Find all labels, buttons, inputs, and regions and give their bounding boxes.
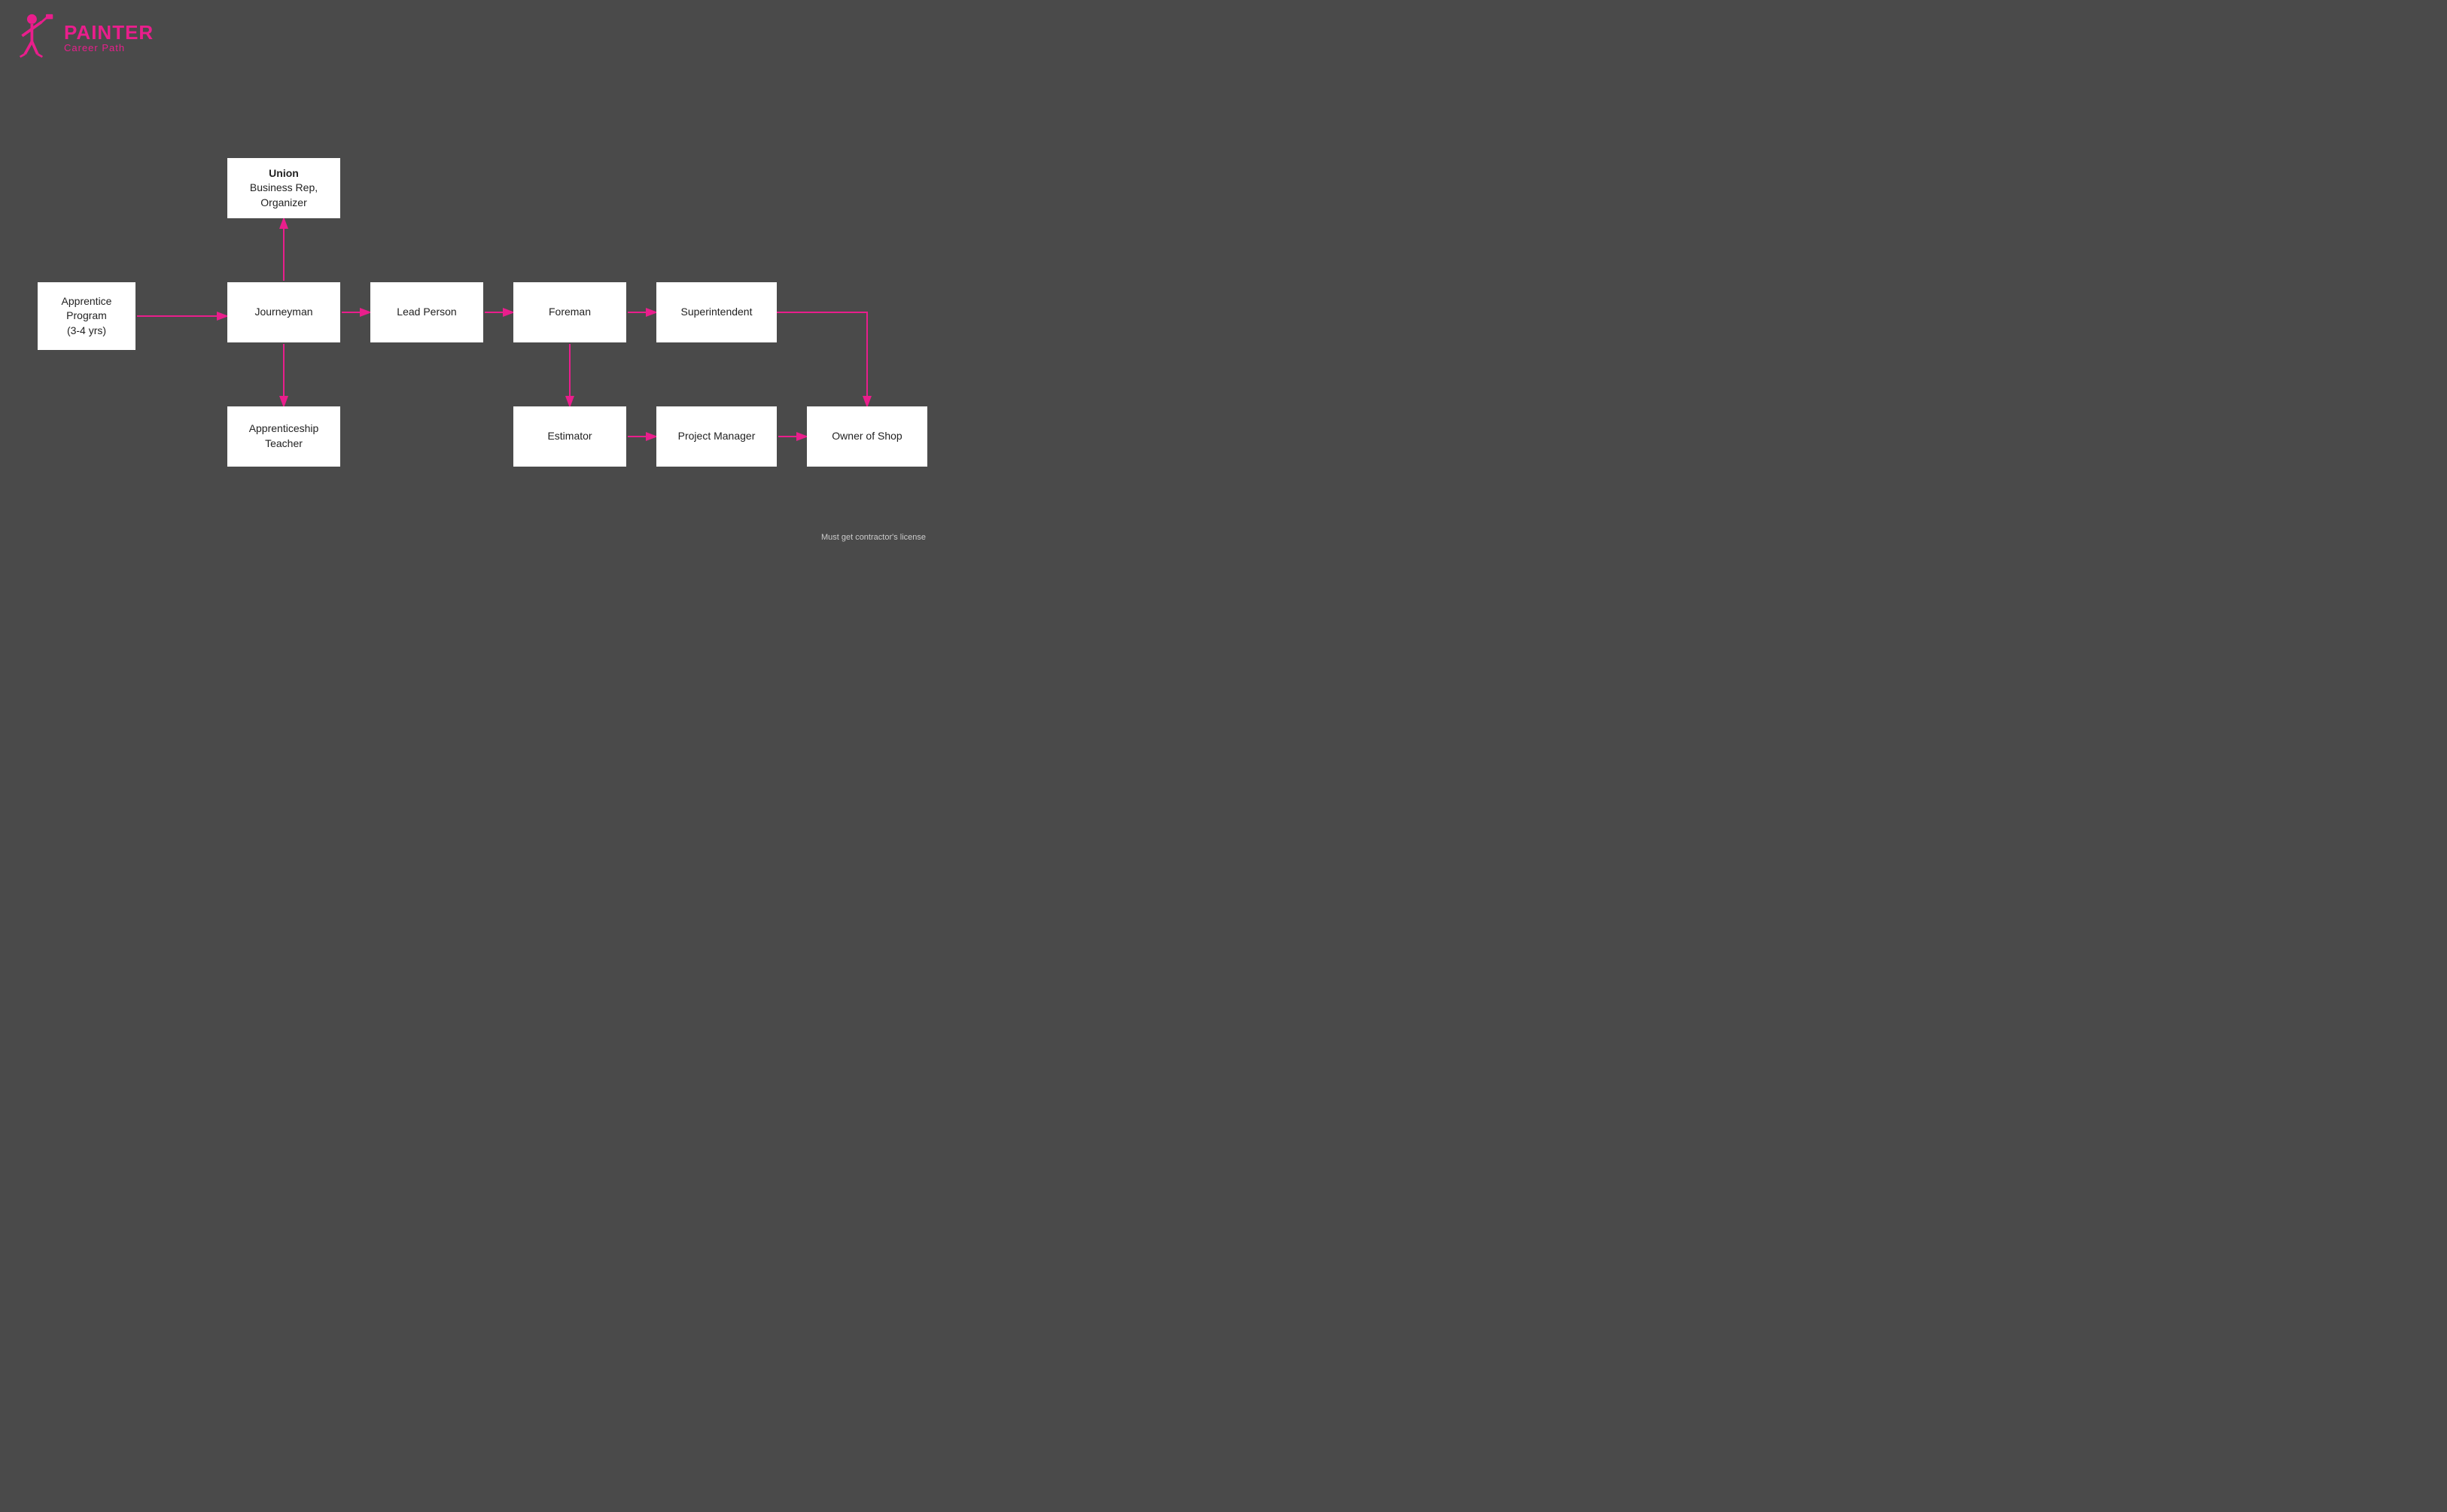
apprentice-program-label: ApprenticeProgram(3-4 yrs): [62, 294, 112, 339]
box-apprenticeship-teacher: ApprenticeshipTeacher: [227, 406, 340, 467]
box-journeyman: Journeyman: [227, 282, 340, 342]
superintendent-label: Superintendent: [681, 305, 753, 320]
title-block: PAINTER Career Path: [64, 23, 154, 53]
box-project-manager: Project Manager: [656, 406, 777, 467]
journeyman-label: Journeyman: [254, 305, 312, 320]
owner-of-shop-label: Owner of Shop: [832, 429, 902, 444]
license-note: Must get contractor's license: [821, 533, 926, 542]
box-owner-of-shop: Owner of Shop: [807, 406, 927, 467]
painter-icon: [15, 14, 56, 62]
title-career: Career Path: [64, 42, 154, 53]
title-painter: PAINTER: [64, 23, 154, 42]
union-sub: Business Rep,Organizer: [250, 181, 318, 208]
project-manager-label: Project Manager: [678, 429, 756, 444]
box-apprentice-program: ApprenticeProgram(3-4 yrs): [38, 282, 135, 350]
box-lead-person: Lead Person: [370, 282, 483, 342]
estimator-label: Estimator: [547, 429, 592, 444]
box-superintendent: Superintendent: [656, 282, 777, 342]
foreman-label: Foreman: [549, 305, 591, 320]
box-union: Union Business Rep,Organizer: [227, 158, 340, 218]
arrows-svg: [23, 135, 956, 557]
box-estimator: Estimator: [513, 406, 626, 467]
box-foreman: Foreman: [513, 282, 626, 342]
lead-person-label: Lead Person: [397, 305, 456, 320]
career-path-diagram: Union Business Rep,Organizer ApprenticeP…: [23, 135, 956, 557]
apprenticeship-teacher-label: ApprenticeshipTeacher: [249, 421, 319, 451]
header: PAINTER Career Path: [15, 14, 154, 62]
union-label: Union: [269, 167, 299, 179]
